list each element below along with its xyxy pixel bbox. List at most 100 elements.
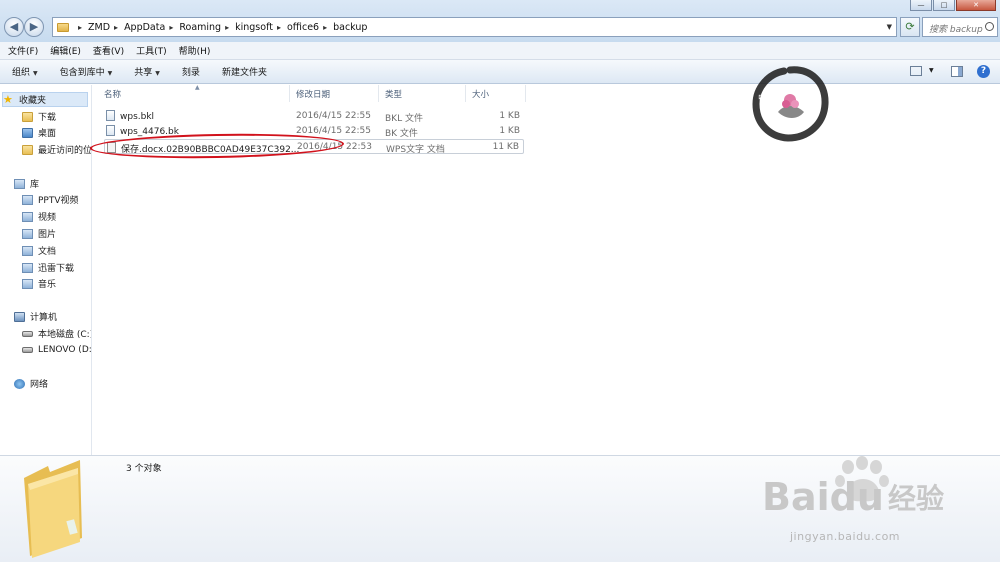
status-item-count: 3 个对象 xyxy=(126,464,162,474)
file-size: 11 KB xyxy=(492,142,519,152)
nav-item-label: 最近访问的位置 xyxy=(38,146,92,156)
chevron-right-icon: ▸ xyxy=(276,22,281,32)
menu-edit[interactable]: 编辑(E) xyxy=(50,44,81,57)
menu-help[interactable]: 帮助(H) xyxy=(179,44,211,57)
chevron-down-icon: ▼ xyxy=(33,70,38,77)
chevron-right-icon: ▸ xyxy=(78,22,83,32)
file-row[interactable]: wps.bkl 2016/4/15 22:55 BKL 文件 1 KB xyxy=(104,109,524,124)
nav-libraries[interactable]: 库 xyxy=(14,177,39,190)
downloads-folder-icon xyxy=(22,111,33,122)
include-library-button[interactable]: 包含到库中 ▼ xyxy=(60,65,113,78)
file-icon xyxy=(106,125,115,136)
preview-pane-icon[interactable] xyxy=(951,66,963,77)
nav-item-downloads[interactable]: 下载 xyxy=(22,110,56,123)
nav-item-label: 图片 xyxy=(38,230,57,240)
file-size: 1 KB xyxy=(499,126,520,136)
star-icon: ★ xyxy=(3,92,13,106)
column-header-type[interactable]: 类型 xyxy=(379,85,466,102)
download-library-icon xyxy=(22,262,33,273)
watermark-suffix: 经验 xyxy=(888,482,944,515)
hard-drive-icon xyxy=(22,330,33,337)
chevron-right-icon: ▸ xyxy=(323,22,328,32)
nav-item-recent[interactable]: 最近访问的位置 xyxy=(22,143,92,156)
title-bar: — □ ✕ ◀ ▶ ▸ ZMD ▸ AppData ▸ Roaming ▸ ki… xyxy=(0,0,1000,42)
nav-item-xunlei[interactable]: 迅雷下载 xyxy=(22,261,74,274)
view-options-icon[interactable] xyxy=(910,66,922,76)
pictures-library-icon xyxy=(22,228,33,239)
share-label: 共享 xyxy=(134,68,153,78)
nav-item-label: 迅雷下载 xyxy=(38,264,75,274)
nav-item-label: 视频 xyxy=(38,213,57,223)
chevron-down-icon[interactable]: ▼ xyxy=(929,67,934,74)
search-input[interactable]: 搜索 backup xyxy=(922,17,998,37)
chevron-down-icon: ▼ xyxy=(107,70,113,77)
desktop-icon xyxy=(22,127,33,138)
video-library-icon xyxy=(22,194,33,205)
breadcrumb-item[interactable]: ZMD xyxy=(88,22,110,33)
burn-button[interactable]: 刻录 xyxy=(182,65,200,78)
new-folder-button[interactable]: 新建文件夹 xyxy=(222,65,267,78)
folder-icon xyxy=(24,460,82,558)
chevron-down-icon: ▼ xyxy=(155,70,160,77)
nav-item-pictures[interactable]: 图片 xyxy=(22,227,56,240)
folder-icon xyxy=(57,22,69,32)
chevron-right-icon: ▸ xyxy=(169,22,174,32)
search-icon[interactable] xyxy=(985,22,994,31)
forward-button[interactable]: ▶ xyxy=(24,17,44,37)
chevron-right-icon: ▸ xyxy=(114,22,119,32)
nav-item-music[interactable]: 音乐 xyxy=(22,277,56,290)
file-type: BK 文件 xyxy=(385,129,418,139)
menu-file[interactable]: 文件(F) xyxy=(8,44,38,57)
column-header-date[interactable]: 修改日期 xyxy=(290,85,379,102)
file-name-cell: wps.bkl xyxy=(106,110,155,122)
ink-seal-logo: 中 国 xyxy=(752,66,829,142)
file-name: wps.bkl xyxy=(120,111,155,122)
breadcrumb-item[interactable]: office6 xyxy=(287,22,319,33)
organize-button[interactable]: 组织 ▼ xyxy=(12,65,38,78)
close-icon[interactable]: ✕ xyxy=(956,0,996,11)
nav-libraries-label: 库 xyxy=(30,180,40,190)
command-bar: 组织 ▼ 包含到库中 ▼ 共享 ▼ 刻录 新建文件夹 ▼ ? xyxy=(0,60,1000,84)
file-type: BKL 文件 xyxy=(385,114,423,124)
nav-item-documents[interactable]: 文档 xyxy=(22,244,56,257)
nav-computer[interactable]: 计算机 xyxy=(14,310,57,323)
nav-item-label: LENOVO (D:) xyxy=(38,345,92,355)
share-button[interactable]: 共享 ▼ xyxy=(134,65,160,78)
nav-item-pptv[interactable]: PPTV视频 xyxy=(22,193,79,206)
sort-up-icon: ▲ xyxy=(195,84,200,91)
column-header-size[interactable]: 大小 xyxy=(466,85,526,102)
maximize-icon[interactable]: □ xyxy=(933,0,955,11)
address-bar[interactable]: ▸ ZMD ▸ AppData ▸ Roaming ▸ kingsoft ▸ o… xyxy=(52,17,897,37)
menu-view[interactable]: 查看(V) xyxy=(93,44,124,57)
chevron-right-icon: ▸ xyxy=(225,22,230,32)
breadcrumb-item[interactable]: Roaming xyxy=(179,22,221,33)
breadcrumb-item[interactable]: AppData xyxy=(124,22,165,33)
file-date: 2016/4/15 22:55 xyxy=(296,126,371,136)
chevron-down-icon[interactable]: ▼ xyxy=(887,23,892,31)
nav-network[interactable]: 网络 xyxy=(14,377,48,390)
refresh-button[interactable]: ⟳ xyxy=(900,17,920,37)
nav-item-drive-c[interactable]: 本地磁盘 (C:) xyxy=(22,327,91,340)
music-library-icon xyxy=(22,278,33,289)
menu-bar: 文件(F) 编辑(E) 查看(V) 工具(T) 帮助(H) xyxy=(0,42,1000,60)
file-type: WPS文字 文档 xyxy=(386,145,445,155)
computer-icon xyxy=(14,311,25,322)
help-icon[interactable]: ? xyxy=(977,65,990,78)
menu-tools[interactable]: 工具(T) xyxy=(136,44,167,57)
nav-item-videos[interactable]: 视频 xyxy=(22,210,56,223)
watermark-url: jingyan.baidu.com xyxy=(790,530,901,543)
nav-network-label: 网络 xyxy=(30,380,49,390)
include-library-label: 包含到库中 xyxy=(59,68,105,78)
nav-item-drive-d[interactable]: LENOVO (D:) xyxy=(22,345,92,355)
back-button[interactable]: ◀ xyxy=(4,17,24,37)
nav-item-desktop[interactable]: 桌面 xyxy=(22,126,56,139)
seal-char: 国 xyxy=(787,125,795,134)
minimize-icon[interactable]: — xyxy=(910,0,932,11)
breadcrumb-item[interactable]: kingsoft xyxy=(235,22,273,33)
breadcrumb-item[interactable]: backup xyxy=(333,22,367,33)
nav-favorites[interactable]: ★ 收藏夹 xyxy=(2,92,88,107)
network-icon xyxy=(14,378,25,389)
column-header-name[interactable]: 名称 xyxy=(98,85,290,102)
nav-item-label: 文档 xyxy=(38,247,57,257)
nav-item-label: 桌面 xyxy=(38,129,57,139)
